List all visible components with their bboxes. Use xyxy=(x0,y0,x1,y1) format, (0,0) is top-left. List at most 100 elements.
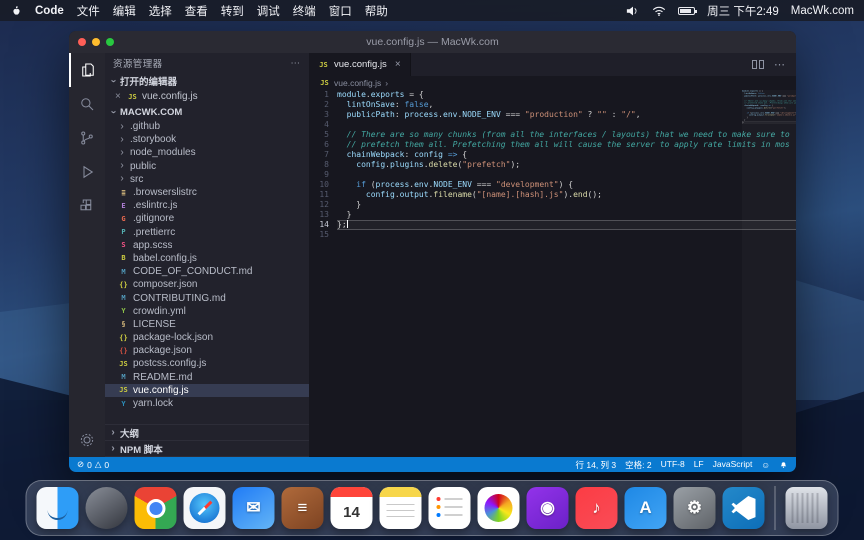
window-titlebar[interactable]: vue.config.js — MacWk.com xyxy=(69,31,796,53)
active-app-name[interactable]: Code xyxy=(35,5,64,17)
wifi-icon[interactable] xyxy=(652,5,666,17)
minimap[interactable]: module.exports = { lintOnSave: false, pu… xyxy=(742,90,796,457)
warnings-icon: △ xyxy=(95,459,102,470)
menubar-menu[interactable]: 编辑 xyxy=(113,3,136,19)
tree-item[interactable]: P.prettierrc xyxy=(105,226,309,239)
code-line: config.plugins.delete("prefetch"); xyxy=(337,160,796,170)
menubar-menu[interactable]: 查看 xyxy=(185,3,208,19)
tree-item[interactable]: Bbabel.config.js xyxy=(105,252,309,265)
tab-vue-config[interactable]: JS vue.config.js × xyxy=(309,53,411,76)
file-tree: ›.github›.storybook›node_modules›public›… xyxy=(105,120,309,410)
tree-item[interactable]: §LICENSE xyxy=(105,318,309,331)
dock-trash-icon[interactable] xyxy=(786,487,828,529)
tree-item[interactable]: Yyarn.lock xyxy=(105,397,309,410)
file-name: crowdin.yml xyxy=(133,306,186,317)
close-window-button[interactable] xyxy=(78,38,86,46)
root-folder-section[interactable]: › MACWK.COM xyxy=(105,104,309,120)
open-editor-item[interactable]: ×JSvue.config.js xyxy=(105,89,309,104)
menubar-menu[interactable]: 调试 xyxy=(257,3,280,19)
tree-item[interactable]: Ycrowdin.yml xyxy=(105,305,309,318)
battery-icon[interactable] xyxy=(678,7,695,15)
dock-safari-icon[interactable] xyxy=(184,487,226,529)
tree-item[interactable]: MCODE_OF_CONDUCT.md xyxy=(105,265,309,278)
debug-icon[interactable] xyxy=(69,155,105,189)
problems-indicator[interactable]: ⊘ 0 △ 0 xyxy=(77,459,109,470)
tree-item[interactable]: ›.storybook xyxy=(105,133,309,146)
menubar-menu[interactable]: 终端 xyxy=(293,3,316,19)
notifications-bell-icon[interactable] xyxy=(779,460,788,469)
sidebar-section[interactable]: ›大纲 xyxy=(105,425,309,441)
file-name: yarn.lock xyxy=(133,398,173,409)
dock-app-glyph: ♪ xyxy=(592,498,601,518)
dock-finder-icon[interactable] xyxy=(37,487,79,529)
tree-item[interactable]: ›node_modules xyxy=(105,146,309,159)
dock-launchpad-icon[interactable] xyxy=(86,487,128,529)
dock-photos-icon[interactable] xyxy=(478,487,520,529)
tree-item[interactable]: MREADME.md xyxy=(105,371,309,384)
open-editors-section[interactable]: › 打开的编辑器 xyxy=(105,73,309,89)
menubar-menu[interactable]: 转到 xyxy=(221,3,244,19)
tree-item[interactable]: ≣.browserslistrc xyxy=(105,186,309,199)
volume-icon[interactable] xyxy=(626,5,640,17)
tree-item[interactable]: G.gitignore xyxy=(105,212,309,225)
search-icon[interactable] xyxy=(69,87,105,121)
extensions-icon[interactable] xyxy=(69,189,105,223)
breadcrumb[interactable]: JS vue.config.js › xyxy=(309,76,796,90)
chevron-right-icon: › xyxy=(118,161,126,171)
tree-item[interactable]: MCONTRIBUTING.md xyxy=(105,291,309,304)
source-control-icon[interactable] xyxy=(69,121,105,155)
minimize-window-button[interactable] xyxy=(92,38,100,46)
tree-item[interactable]: E.eslintrc.js xyxy=(105,199,309,212)
tree-item[interactable]: JSvue.config.js xyxy=(105,384,309,397)
chevron-right-icon: › xyxy=(109,428,117,438)
menubar-clock[interactable]: 周三 下午2:49 xyxy=(707,3,779,19)
zoom-window-button[interactable] xyxy=(106,38,114,46)
tab-label: vue.config.js xyxy=(334,59,387,70)
menubar-brand[interactable]: MacWk.com xyxy=(791,5,854,17)
sidebar-section[interactable]: ›NPM 脚本 xyxy=(105,441,309,457)
feedback-smiley-icon[interactable]: ☺ xyxy=(761,460,770,470)
more-actions-icon[interactable]: ⋯ xyxy=(291,58,302,69)
menubar-menu[interactable]: 选择 xyxy=(149,3,172,19)
tree-item[interactable]: {}package-lock.json xyxy=(105,331,309,344)
dock-podcasts-icon[interactable]: ◉ xyxy=(527,487,569,529)
tree-item[interactable]: JSpostcss.config.js xyxy=(105,357,309,370)
dock-app-glyph: ⚙ xyxy=(687,498,702,518)
close-tab-icon[interactable]: × xyxy=(395,59,401,70)
tree-item[interactable]: ›src xyxy=(105,173,309,186)
status-bar-item[interactable]: JavaScript xyxy=(713,459,753,471)
editor-more-actions-icon[interactable]: ⋯ xyxy=(774,58,786,71)
menubar-menu[interactable]: 窗口 xyxy=(329,3,352,19)
dock-notes-icon[interactable] xyxy=(380,487,422,529)
tree-item[interactable]: {}package.json xyxy=(105,344,309,357)
status-bar-item[interactable]: LF xyxy=(694,459,704,471)
dock-music-icon[interactable]: ♪ xyxy=(576,487,618,529)
code-editor[interactable]: 123456789101112131415 module.exports = {… xyxy=(309,90,796,457)
dock-books-icon[interactable]: ≡ xyxy=(282,487,324,529)
settings-gear-icon[interactable] xyxy=(69,423,105,457)
status-bar-item[interactable]: UTF-8 xyxy=(661,459,685,471)
dock-app-store-icon[interactable]: A xyxy=(625,487,667,529)
dock-mail-icon[interactable]: ✉ xyxy=(233,487,275,529)
tree-item[interactable]: Sapp.scss xyxy=(105,239,309,252)
menubar-menu[interactable]: 帮助 xyxy=(365,3,388,19)
menubar-menu[interactable]: 文件 xyxy=(77,3,100,19)
tree-item[interactable]: {}composer.json xyxy=(105,278,309,291)
tree-item[interactable]: ›.github xyxy=(105,120,309,133)
split-editor-icon[interactable] xyxy=(752,60,764,69)
dock-vscode-icon[interactable] xyxy=(723,487,765,529)
code-line: publicPath: process.env.NODE_ENV === "pr… xyxy=(337,110,796,120)
dock-chrome-icon[interactable] xyxy=(135,487,177,529)
close-icon[interactable]: × xyxy=(115,91,123,102)
breadcrumb-file[interactable]: vue.config.js xyxy=(334,78,381,88)
apple-menu-icon[interactable] xyxy=(10,4,22,18)
status-bar-item[interactable]: 空格: 2 xyxy=(625,459,651,471)
tree-item[interactable]: ›public xyxy=(105,160,309,173)
dock-settings-icon[interactable]: ⚙ xyxy=(674,487,716,529)
explorer-sidebar: 资源管理器 ⋯ › 打开的编辑器 ×JSvue.config.js › MACW… xyxy=(105,53,309,457)
dock-reminders-icon[interactable] xyxy=(429,487,471,529)
dock-calendar-icon[interactable]: 14 xyxy=(331,487,373,529)
status-bar-item[interactable]: 行 14, 列 3 xyxy=(576,459,617,471)
code-content: module.exports = { lintOnSave: false, pu… xyxy=(337,90,796,457)
explorer-icon[interactable] xyxy=(69,53,105,87)
